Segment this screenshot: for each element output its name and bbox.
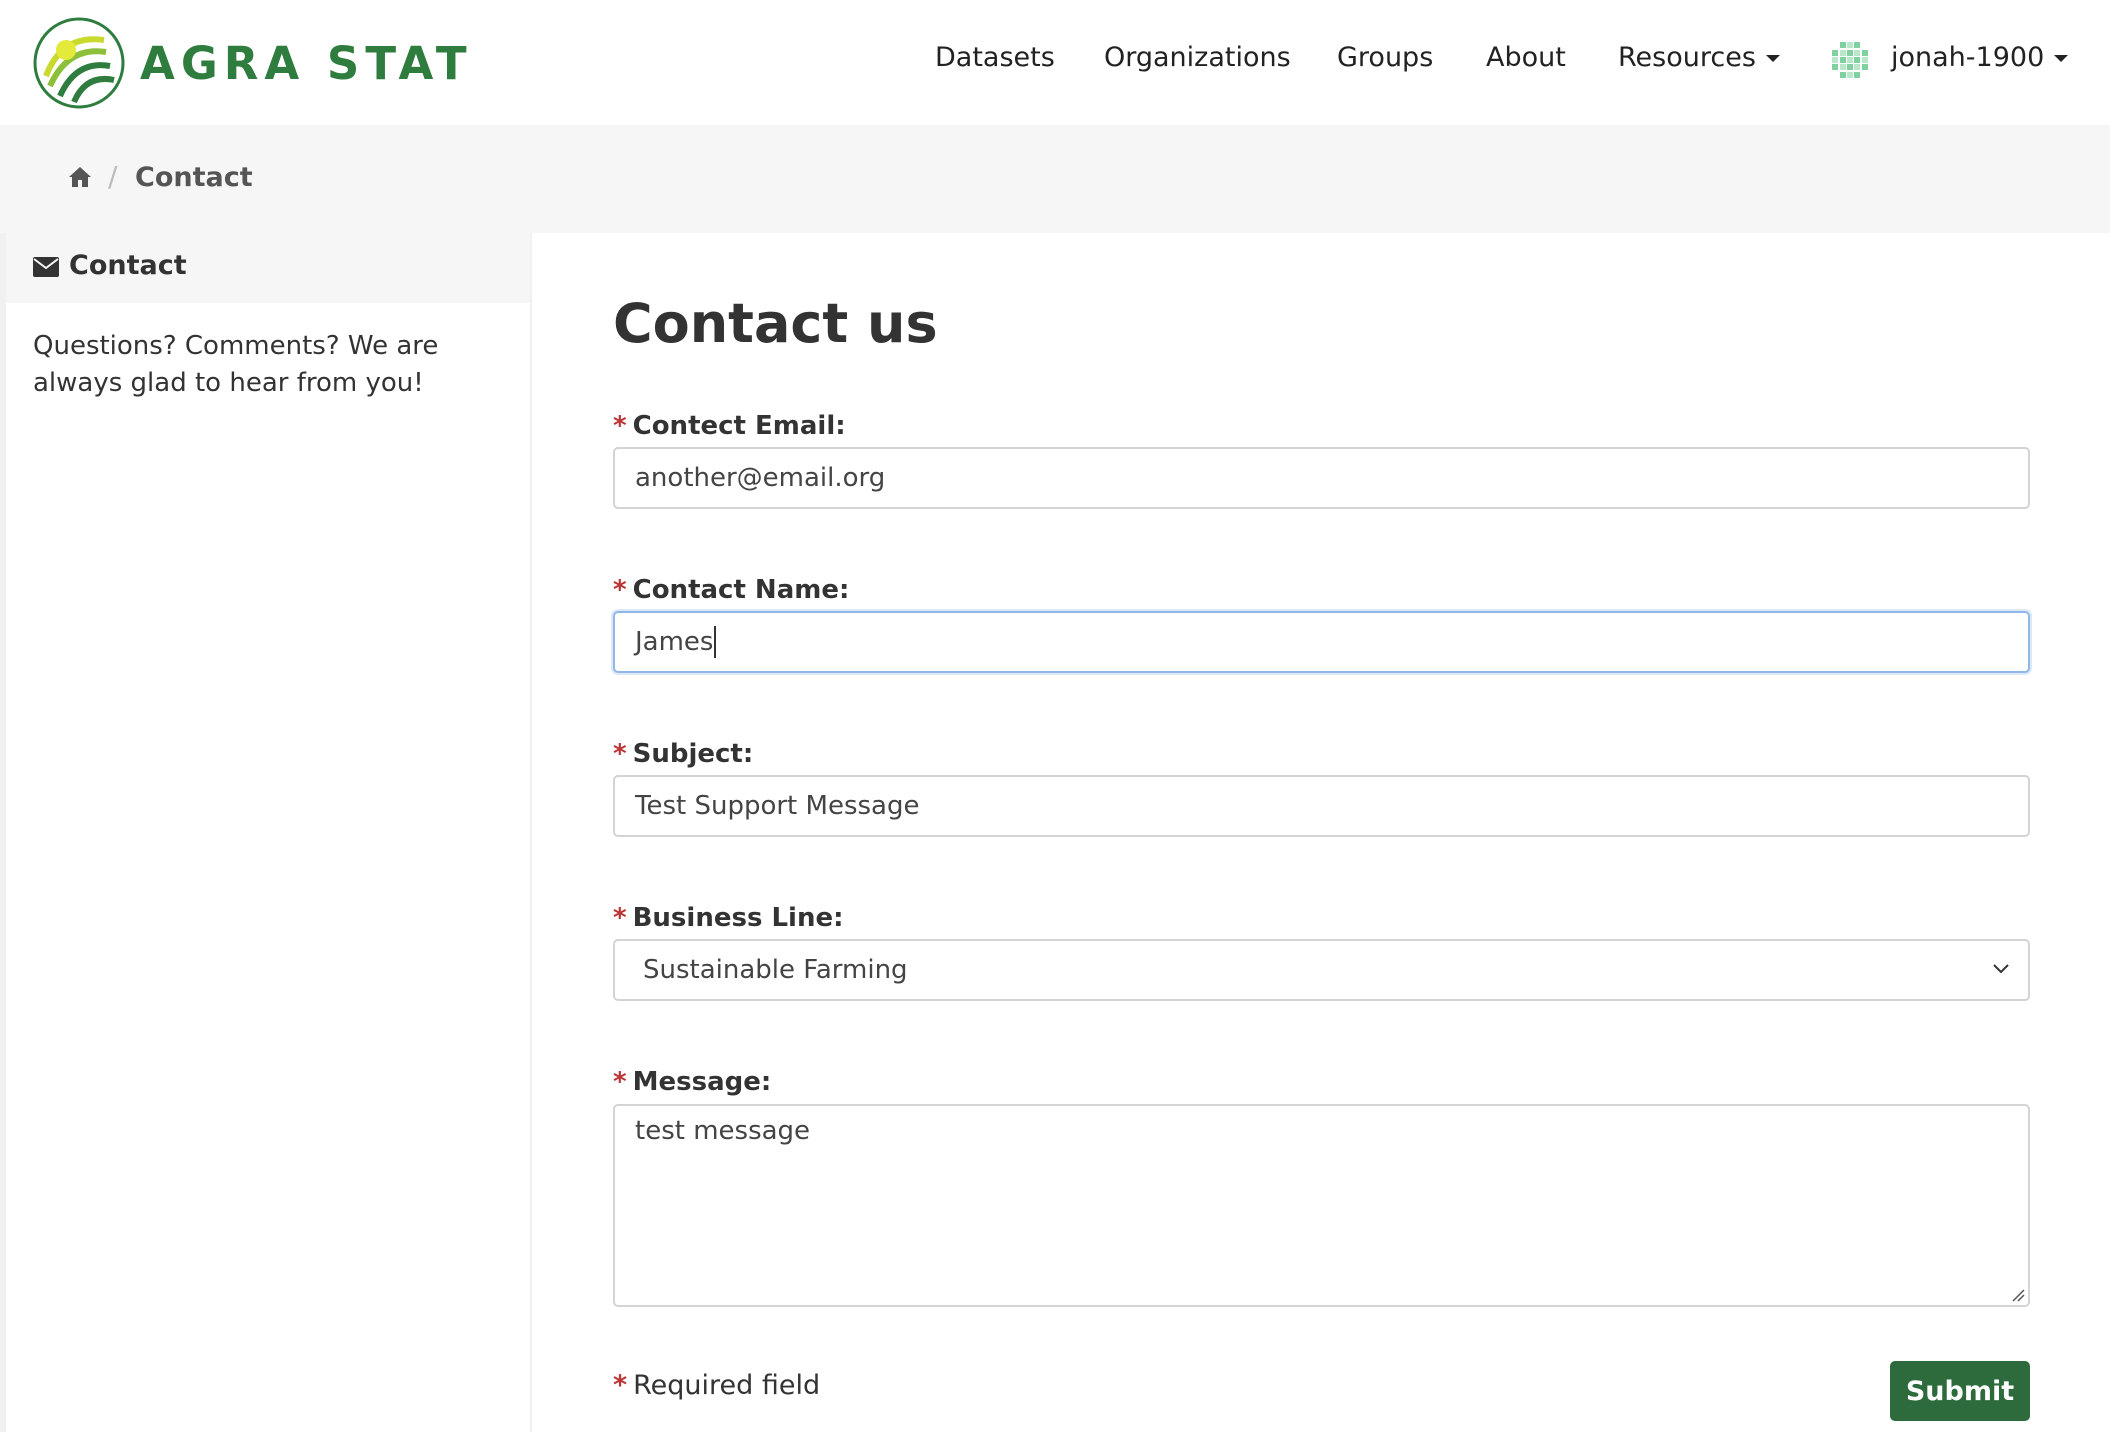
envelope-icon xyxy=(33,257,59,277)
user-menu[interactable]: jonah-1900 xyxy=(1891,42,2069,73)
sidebar-description: Questions? Comments? We are always glad … xyxy=(33,331,439,398)
subject-field[interactable]: Test Support Message xyxy=(613,775,2030,837)
chevron-down-icon xyxy=(2054,55,2069,62)
user-name: jonah-1900 xyxy=(1891,42,2045,73)
required-marker: * xyxy=(613,739,627,769)
name-label: * Contact Name: xyxy=(613,575,850,605)
nav-datasets[interactable]: Datasets xyxy=(935,42,1055,73)
subject-label: * Subject: xyxy=(613,739,754,769)
message-field[interactable]: test message xyxy=(613,1104,2030,1307)
email-field[interactable]: another@email.org xyxy=(613,447,2030,509)
required-marker: * xyxy=(613,411,627,441)
sidebar-heading-label: Contact xyxy=(69,250,187,281)
email-value: another@email.org xyxy=(635,463,886,493)
required-field-note: * Required field xyxy=(613,1370,821,1401)
text-cursor xyxy=(714,626,717,658)
required-marker: * xyxy=(613,903,627,933)
logo-icon xyxy=(33,17,125,109)
brand-name: AGRA STAT xyxy=(140,36,473,90)
email-label: * Contect Email: xyxy=(613,411,846,441)
business-line-label: * Business Line: xyxy=(613,903,844,933)
name-field[interactable]: James xyxy=(613,611,2030,673)
resize-handle-icon[interactable] xyxy=(2011,1288,2025,1302)
page-title: Contact us xyxy=(613,292,938,355)
nav-organizations[interactable]: Organizations xyxy=(1104,42,1291,73)
chevron-down-icon xyxy=(1993,964,2009,974)
name-value: James xyxy=(635,627,714,657)
required-marker: * xyxy=(613,575,627,605)
required-marker: * xyxy=(613,1370,628,1401)
submit-button[interactable]: Submit xyxy=(1890,1361,2030,1421)
home-icon[interactable] xyxy=(68,166,92,188)
user-avatar[interactable] xyxy=(1830,40,1870,80)
message-value: test message xyxy=(635,1116,811,1146)
nav-about[interactable]: About xyxy=(1486,42,1566,73)
chevron-down-icon xyxy=(1765,55,1780,62)
nav-resources-label: Resources xyxy=(1618,42,1756,73)
nav-groups[interactable]: Groups xyxy=(1337,42,1433,73)
nav-resources[interactable]: Resources xyxy=(1618,42,1780,73)
subject-value: Test Support Message xyxy=(635,791,920,821)
message-label: * Message: xyxy=(613,1067,772,1097)
breadcrumb-current[interactable]: Contact xyxy=(135,162,253,193)
required-marker: * xyxy=(613,1067,627,1097)
business-line-select[interactable]: Sustainable Farming xyxy=(613,939,2030,1001)
business-line-value: Sustainable Farming xyxy=(643,955,908,985)
site-header: AGRA STAT Datasets Organizations Groups … xyxy=(0,0,2110,125)
site-logo[interactable]: AGRA STAT xyxy=(32,16,473,110)
breadcrumb xyxy=(0,125,2110,233)
sidebar xyxy=(0,233,532,1432)
breadcrumb-separator: / xyxy=(108,160,118,193)
